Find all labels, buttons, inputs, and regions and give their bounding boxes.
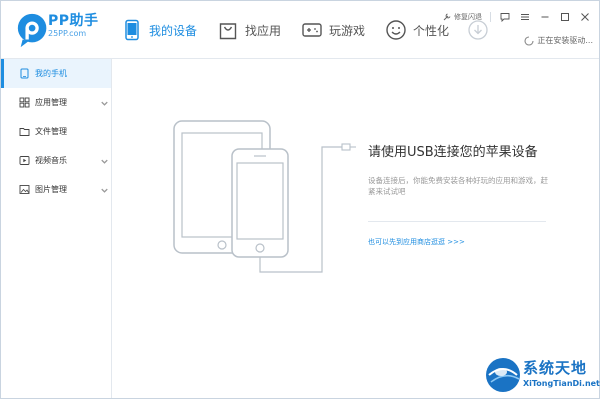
wrench-icon (443, 13, 451, 21)
connect-title: 请使用USB连接您的苹果设备 (368, 145, 538, 160)
chevron-down-icon (101, 101, 108, 106)
menu-icon (521, 14, 529, 20)
watermark-url: XiTongTianDi.net (523, 379, 600, 388)
brand-name: PP助手 (48, 13, 99, 29)
window-controls: 修复闪退 (442, 5, 593, 29)
app-store-link[interactable]: 也可以先到应用商店逛逛 >>> (368, 237, 465, 247)
header: PP助手 25PP.com 我的设备 找应用 玩游戏 个性化 修复闪退 正在安装… (1, 1, 599, 59)
maximize-icon (561, 13, 569, 21)
driver-install-status: 正在安装驱动... (524, 35, 593, 46)
gamepad-icon (302, 23, 322, 37)
image-icon (19, 185, 30, 194)
close-button[interactable] (577, 9, 593, 25)
watermark-title: 系统天地 (523, 359, 588, 377)
sidebar-item-label: 应用管理 (35, 98, 67, 107)
sidebar-item-my-phone[interactable]: 我的手机 (1, 59, 111, 88)
smiley-icon (386, 20, 406, 40)
sidebar-item-label: 文件管理 (35, 127, 67, 136)
minimize-button[interactable] (537, 9, 553, 25)
folder-icon (19, 128, 30, 136)
tablet-icon (20, 68, 29, 79)
maximize-button[interactable] (557, 9, 573, 25)
globe-logo-icon (486, 358, 520, 392)
brand: PP助手 25PP.com (48, 13, 99, 39)
install-status-text: 正在安装驱动... (537, 36, 593, 45)
chevron-down-icon (101, 159, 108, 164)
content-divider (368, 221, 546, 222)
menu-button[interactable] (517, 9, 533, 25)
fix-crash-button[interactable]: 修复闪退 (442, 12, 482, 22)
message-icon (500, 13, 510, 22)
phone-icon (125, 19, 139, 41)
connect-description: 设备连接后，你能免费安装各种好玩的应用和游戏，赶紧来试试吧 (368, 176, 548, 196)
grid-icon (19, 97, 30, 108)
nav-play-games[interactable]: 玩游戏 (291, 1, 375, 59)
nav-label: 玩游戏 (329, 23, 366, 38)
sidebar-item-file-management[interactable]: 文件管理 (1, 117, 111, 146)
nav-my-devices[interactable]: 我的设备 (111, 1, 207, 59)
nav-label: 找应用 (245, 23, 282, 38)
nav-label: 我的设备 (149, 23, 198, 38)
loading-spinner-icon (524, 35, 534, 46)
sidebar: 我的手机 应用管理 文件管理 视频音乐 图片管理 (1, 59, 112, 398)
brand-url: 25PP.com (48, 29, 87, 38)
sidebar-item-app-management[interactable]: 应用管理 (1, 88, 111, 117)
media-icon (19, 156, 30, 165)
main-panel: 请使用USB连接您的苹果设备 设备连接后，你能免费安装各种好玩的应用和游戏，赶紧… (112, 59, 599, 398)
app-window: PP助手 25PP.com 我的设备 找应用 玩游戏 个性化 修复闪退 正在安装… (0, 0, 600, 399)
sidebar-item-label: 图片管理 (35, 185, 67, 194)
nav-find-apps[interactable]: 找应用 (207, 1, 291, 59)
chevron-down-icon (101, 188, 108, 193)
sidebar-item-video-music[interactable]: 视频音乐 (1, 146, 111, 175)
close-icon (581, 13, 589, 21)
sidebar-item-label: 视频音乐 (35, 156, 67, 165)
message-button[interactable] (497, 9, 513, 25)
watermark: 系统天地 XiTongTianDi.net (479, 353, 600, 399)
sidebar-item-label: 我的手机 (35, 69, 67, 78)
minimize-icon (541, 16, 549, 18)
sidebar-item-image-management[interactable]: 图片管理 (1, 175, 111, 204)
divider (490, 12, 491, 22)
shopping-bag-icon (219, 23, 237, 40)
fix-crash-label: 修复闪退 (454, 13, 482, 21)
ipad-iphone-usb-illustration (173, 120, 356, 273)
